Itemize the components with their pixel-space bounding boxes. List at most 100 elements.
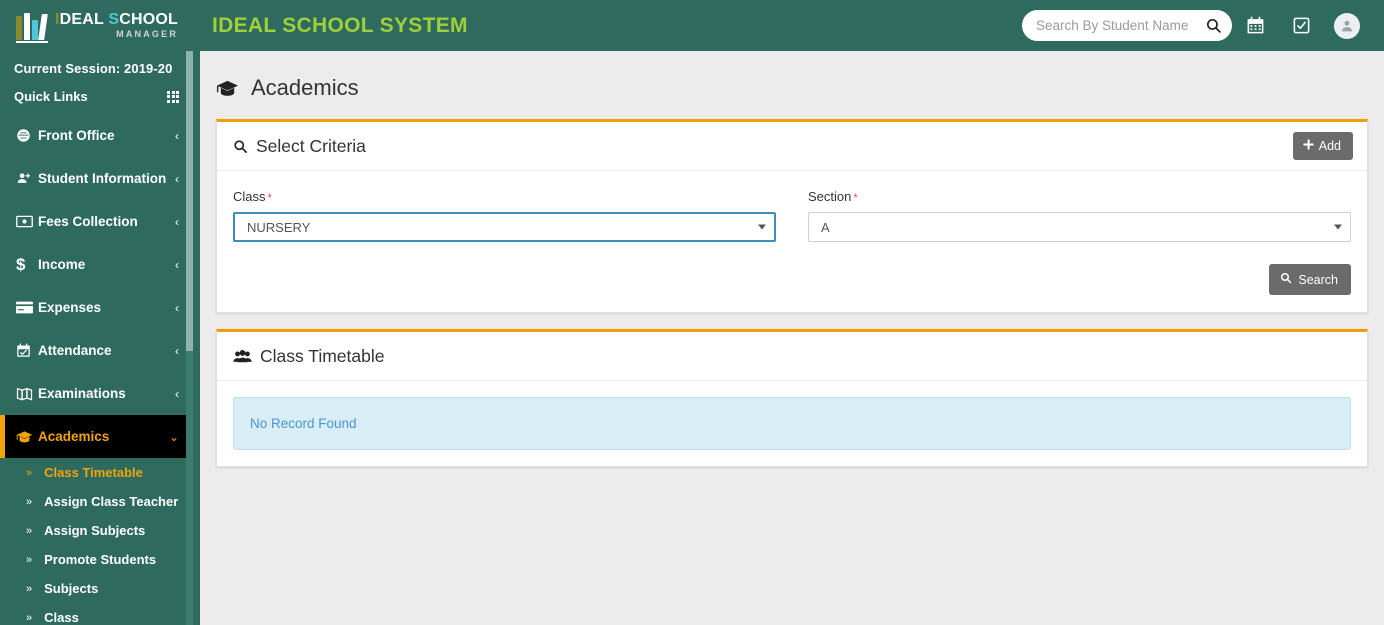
dollar-sign-icon: $ (16, 255, 26, 274)
sidebar-scrollbar-track[interactable] (186, 51, 193, 625)
sidebar-subitem-label: Class (44, 610, 79, 625)
sidebar-item-attendance[interactable]: Attendance ‹ (0, 329, 193, 372)
quick-links-row[interactable]: Quick Links (0, 82, 193, 114)
section-label-text: Section (808, 189, 852, 204)
logo-part-2: DEAL (59, 11, 109, 28)
double-chevron-right-icon: » (26, 582, 33, 595)
chevron-left-icon: ‹ (175, 343, 179, 358)
check-square-icon[interactable] (1278, 0, 1324, 51)
sidebar-item-label: Student Information (38, 171, 167, 186)
sidebar-subitem-label: Assign Subjects (44, 523, 146, 538)
class-label-text: Class (233, 189, 266, 204)
search-button[interactable]: Search (1269, 264, 1351, 295)
class-label: Class * (233, 189, 776, 204)
double-chevron-right-icon: » (26, 524, 33, 537)
panel-title: Select Criteria (256, 136, 366, 156)
avatar (1334, 12, 1360, 39)
credit-card-icon (16, 301, 38, 314)
search-button-label: Search (1298, 272, 1338, 287)
criteria-form-footer: Search (217, 242, 1367, 312)
chevron-down-icon (758, 224, 766, 230)
sidebar-subitem-class[interactable]: » Class (0, 603, 193, 625)
user-plus-icon (16, 171, 38, 186)
search-icon (1280, 272, 1292, 287)
main-content: Academics Select Criteria Add Class * NU… (200, 51, 1384, 625)
logo-text: IDEAL SCHOOL MANAGER (55, 12, 178, 39)
sidebar: Current Session: 2019-20 Quick Links Fro… (0, 51, 200, 625)
chevron-left-icon: ‹ (175, 300, 179, 315)
support-headset-icon (16, 128, 38, 143)
panel-title: Class Timetable (260, 346, 385, 366)
sidebar-item-expenses[interactable]: Expenses ‹ (0, 286, 193, 329)
app-title: IDEAL SCHOOL SYSTEM (212, 13, 468, 37)
search-icon (233, 139, 248, 154)
grid-icon[interactable] (167, 90, 179, 103)
calendar-check-icon (16, 343, 38, 358)
section-select-value: A (821, 219, 830, 235)
student-search-box[interactable] (1022, 10, 1232, 41)
chevron-left-icon: ‹ (175, 171, 179, 186)
add-button[interactable]: Add (1292, 132, 1353, 160)
sidebar-subitem-subjects[interactable]: » Subjects (0, 574, 193, 603)
user-avatar[interactable] (1324, 0, 1370, 51)
double-chevron-right-icon: » (26, 495, 33, 508)
chevron-down-icon: ⌄ (168, 429, 179, 444)
sidebar-item-fees-collection[interactable]: Fees Collection ‹ (0, 200, 193, 243)
section-select[interactable]: A (808, 212, 1351, 242)
sidebar-subitem-class-timetable[interactable]: » Class Timetable (0, 458, 193, 487)
chevron-down-icon (1334, 224, 1342, 230)
top-header-bar: IDEAL SCHOOL MANAGER IDEAL SCHOOL SYSTEM (0, 0, 1384, 51)
sidebar-item-label: Front Office (38, 128, 115, 143)
chevron-left-icon: ‹ (175, 386, 179, 401)
required-marker: * (853, 192, 858, 204)
sidebar-item-income[interactable]: $ Income ‹ (0, 243, 193, 286)
class-select[interactable]: NURSERY (233, 212, 776, 242)
app-logo[interactable]: IDEAL SCHOOL MANAGER (0, 0, 200, 51)
sidebar-item-label: Attendance (38, 343, 112, 358)
section-field-group: Section * A (808, 189, 1351, 242)
sidebar-subitem-label: Subjects (44, 581, 99, 596)
sidebar-item-label: Fees Collection (38, 214, 138, 229)
money-bill-icon (16, 215, 38, 228)
sidebar-subitem-assign-subjects[interactable]: » Assign Subjects (0, 516, 193, 545)
sidebar-subitem-label: Class Timetable (44, 465, 143, 480)
users-icon (233, 349, 252, 364)
criteria-form: Class * NURSERY Section * A (217, 171, 1367, 242)
search-icon[interactable] (1205, 10, 1222, 41)
sidebar-item-front-office[interactable]: Front Office ‹ (0, 114, 193, 157)
double-chevron-right-icon: » (26, 553, 33, 566)
quick-links-label: Quick Links (14, 89, 88, 104)
header-actions (1022, 0, 1384, 51)
graduation-cap-icon (16, 430, 38, 444)
sidebar-item-student-information[interactable]: Student Information ‹ (0, 157, 193, 200)
sidebar-item-academics[interactable]: Academics ⌄ (0, 415, 193, 458)
sidebar-subitem-label: Promote Students (44, 552, 157, 567)
books-logo-icon (16, 12, 48, 43)
class-select-value: NURSERY (247, 219, 311, 235)
add-button-label: Add (1318, 139, 1341, 153)
panel-header: Class Timetable (217, 332, 1367, 381)
sidebar-item-examinations[interactable]: Examinations ‹ (0, 372, 193, 415)
no-record-message: No Record Found (250, 416, 357, 431)
select-criteria-panel: Select Criteria Add Class * NURSERY Sect… (216, 119, 1368, 313)
sidebar-item-label: Academics (38, 429, 110, 444)
sidebar-subitem-label: Assign Class Teacher (44, 494, 179, 509)
sidebar-item-label: Examinations (38, 386, 126, 401)
double-chevron-right-icon: » (26, 611, 33, 624)
calendar-icon[interactable] (1232, 0, 1278, 51)
page-title: Academics (251, 75, 359, 100)
chevron-left-icon: ‹ (175, 257, 179, 272)
timetable-body: No Record Found (217, 381, 1367, 466)
sidebar-scrollbar-thumb[interactable] (186, 51, 193, 351)
search-input[interactable] (1022, 10, 1232, 41)
sidebar-subitem-assign-class-teacher[interactable]: » Assign Class Teacher (0, 487, 193, 516)
panel-header: Select Criteria (217, 122, 1367, 171)
sidebar-subitem-promote-students[interactable]: » Promote Students (0, 545, 193, 574)
class-field-group: Class * NURSERY (233, 189, 776, 242)
section-label: Section * (808, 189, 1351, 204)
required-marker: * (267, 192, 272, 204)
book-open-icon (16, 387, 38, 401)
graduation-cap-icon (216, 79, 239, 98)
sidebar-item-label: Income (38, 257, 86, 272)
class-timetable-panel: Class Timetable No Record Found (216, 329, 1368, 467)
